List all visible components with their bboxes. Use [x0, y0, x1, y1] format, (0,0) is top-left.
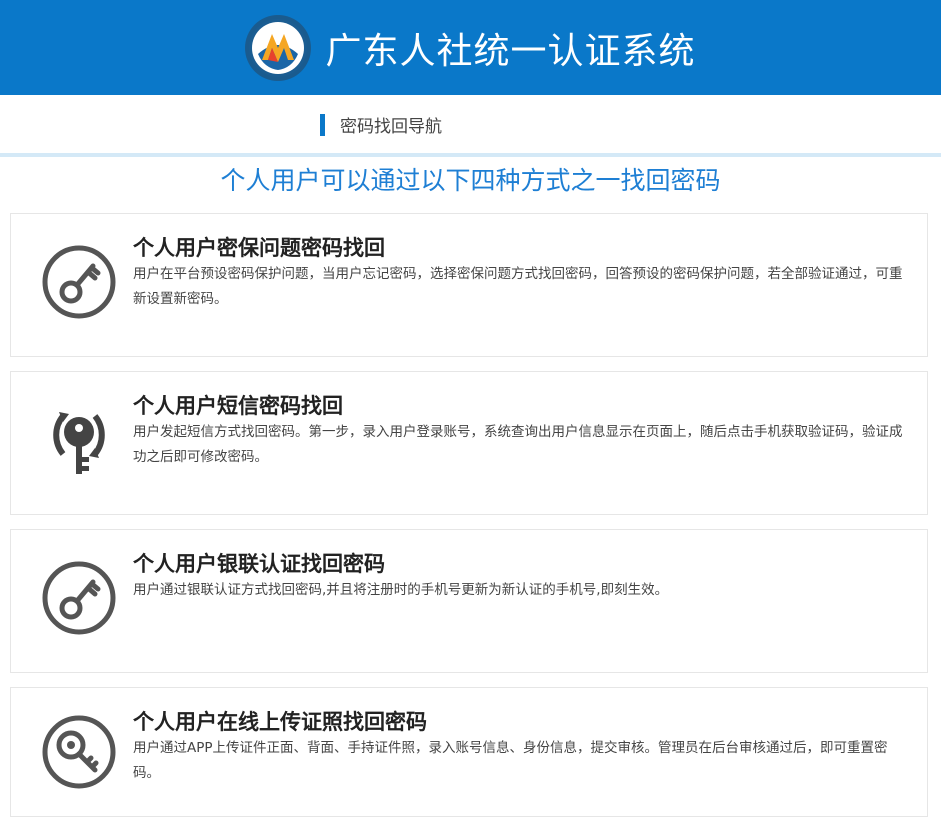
system-title: 广东人社统一认证系统	[325, 30, 696, 72]
option-description: 用户通过银联认证方式找回密码,并且将注册时的手机号更新为新认证的手机号,即刻生效…	[133, 582, 669, 598]
option-card-unionpay[interactable]: 个人用户银联认证找回密码 用户通过银联认证方式找回密码,并且将注册时的手机号更新…	[10, 529, 928, 673]
option-card-security-question[interactable]: 个人用户密保问题密码找回 用户在平台预设密码保护问题，当用户忘记密码，选择密保问…	[10, 213, 928, 357]
key-circle-icon	[41, 560, 117, 640]
key-search-icon	[41, 714, 117, 794]
nav-marker	[320, 114, 325, 136]
page-subtitle: 个人用户可以通过以下四种方式之一找回密码	[220, 166, 721, 195]
nav-title: 密码找回导航	[340, 117, 442, 137]
header-banner: 广东人社统一认证系统	[0, 0, 941, 95]
option-description: 用户通过APP上传证件正面、背面、手持证件照，录入账号信息、身份信息，提交审核。…	[133, 740, 888, 781]
option-description: 用户发起短信方式找回密码。第一步，录入用户登录账号，系统查询出用户信息显示在页面…	[133, 424, 903, 465]
key-signal-icon	[41, 402, 117, 482]
option-card-upload-id[interactable]: 个人用户在线上传证照找回密码 用户通过APP上传证件正面、背面、手持证件照，录入…	[10, 687, 928, 817]
option-description: 用户在平台预设密码保护问题，当用户忘记密码，选择密保问题方式找回密码，回答预设的…	[133, 266, 903, 307]
key-circle-icon	[41, 244, 117, 324]
option-title: 个人用户短信密码找回	[133, 394, 343, 418]
option-title: 个人用户银联认证找回密码	[133, 552, 385, 576]
option-title: 个人用户密保问题密码找回	[133, 236, 385, 260]
option-card-sms[interactable]: 个人用户短信密码找回 用户发起短信方式找回密码。第一步，录入用户登录账号，系统查…	[10, 371, 928, 515]
option-title: 个人用户在线上传证照找回密码	[133, 710, 427, 734]
nav-bar: 密码找回导航	[0, 95, 941, 157]
hrss-logo-icon	[245, 14, 312, 81]
